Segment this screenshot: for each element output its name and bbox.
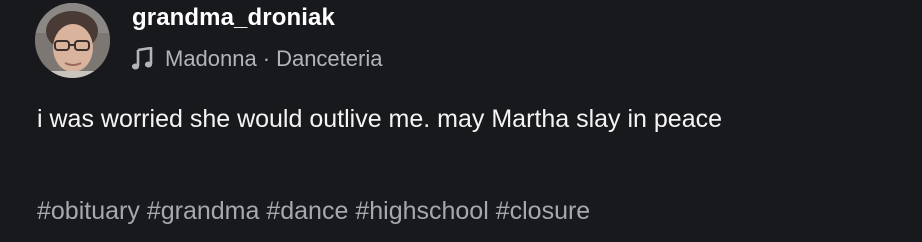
avatar-photo <box>35 3 110 78</box>
music-separator: · <box>262 46 271 71</box>
avatar[interactable] <box>35 3 110 78</box>
post-caption: i was worried she would outlive me. may … <box>37 105 723 133</box>
post-container: grandma_droniak Madonna · Danceteria i w… <box>0 0 922 242</box>
music-artist: Madonna <box>165 46 257 71</box>
music-song: Danceteria <box>276 46 383 71</box>
hashtag-list: #obituary #grandma #dance #highschool #c… <box>37 197 590 226</box>
hashtag-grandma[interactable]: #grandma <box>147 197 260 225</box>
hashtag-closure[interactable]: #closure <box>496 197 591 225</box>
music-note-icon <box>131 46 153 71</box>
hashtag-obituary[interactable]: #obituary <box>37 197 140 225</box>
hashtag-highschool[interactable]: #highschool <box>355 197 488 225</box>
username[interactable]: grandma_droniak <box>132 4 335 32</box>
music-row[interactable]: Madonna · Danceteria <box>131 44 382 74</box>
hashtag-dance[interactable]: #dance <box>266 197 348 225</box>
